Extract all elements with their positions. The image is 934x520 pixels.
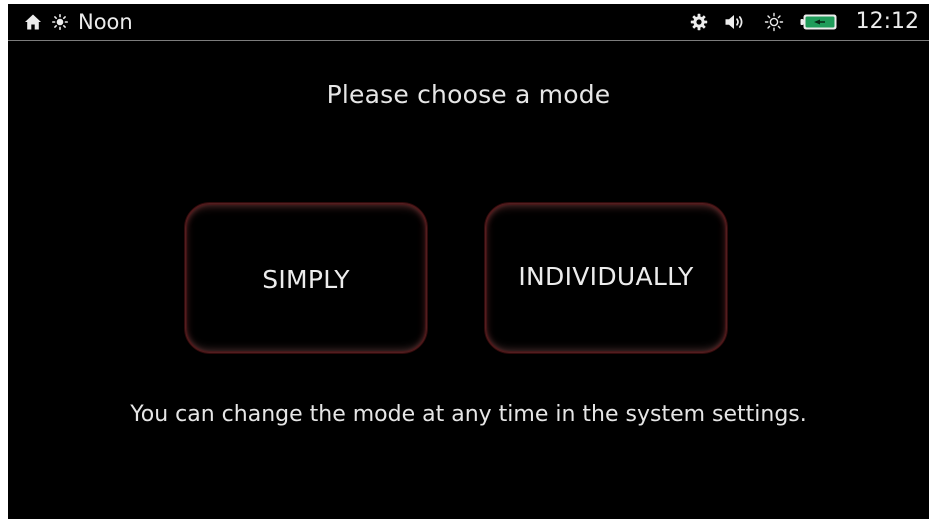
- simply-mode-label: SIMPLY: [262, 264, 350, 294]
- speaker-volume-icon[interactable]: [724, 13, 748, 31]
- home-icon[interactable]: [24, 13, 42, 31]
- settings-hint-text: You can change the mode at any time in t…: [130, 402, 807, 427]
- daytime-label: Noon: [78, 10, 133, 34]
- page-title: Please choose a mode: [326, 80, 611, 109]
- status-bar: Noon 12:12: [8, 4, 929, 41]
- head-unit-screen: Noon 12:12 Please choose a mode SIMPLY I…: [8, 4, 929, 519]
- sun-small-icon: [52, 14, 68, 30]
- status-bar-left: Noon: [24, 4, 133, 40]
- battery-charging-icon: [800, 13, 838, 31]
- clock: 12:12: [855, 9, 919, 34]
- gear-icon[interactable]: [690, 13, 708, 31]
- simply-mode-button[interactable]: SIMPLY: [184, 202, 428, 354]
- individually-mode-button[interactable]: INDIVIDUALLY: [484, 202, 728, 354]
- individually-mode-label: INDIVIDUALLY: [518, 261, 694, 291]
- sun-outline-icon[interactable]: [764, 12, 784, 32]
- status-bar-right: 12:12: [690, 4, 919, 40]
